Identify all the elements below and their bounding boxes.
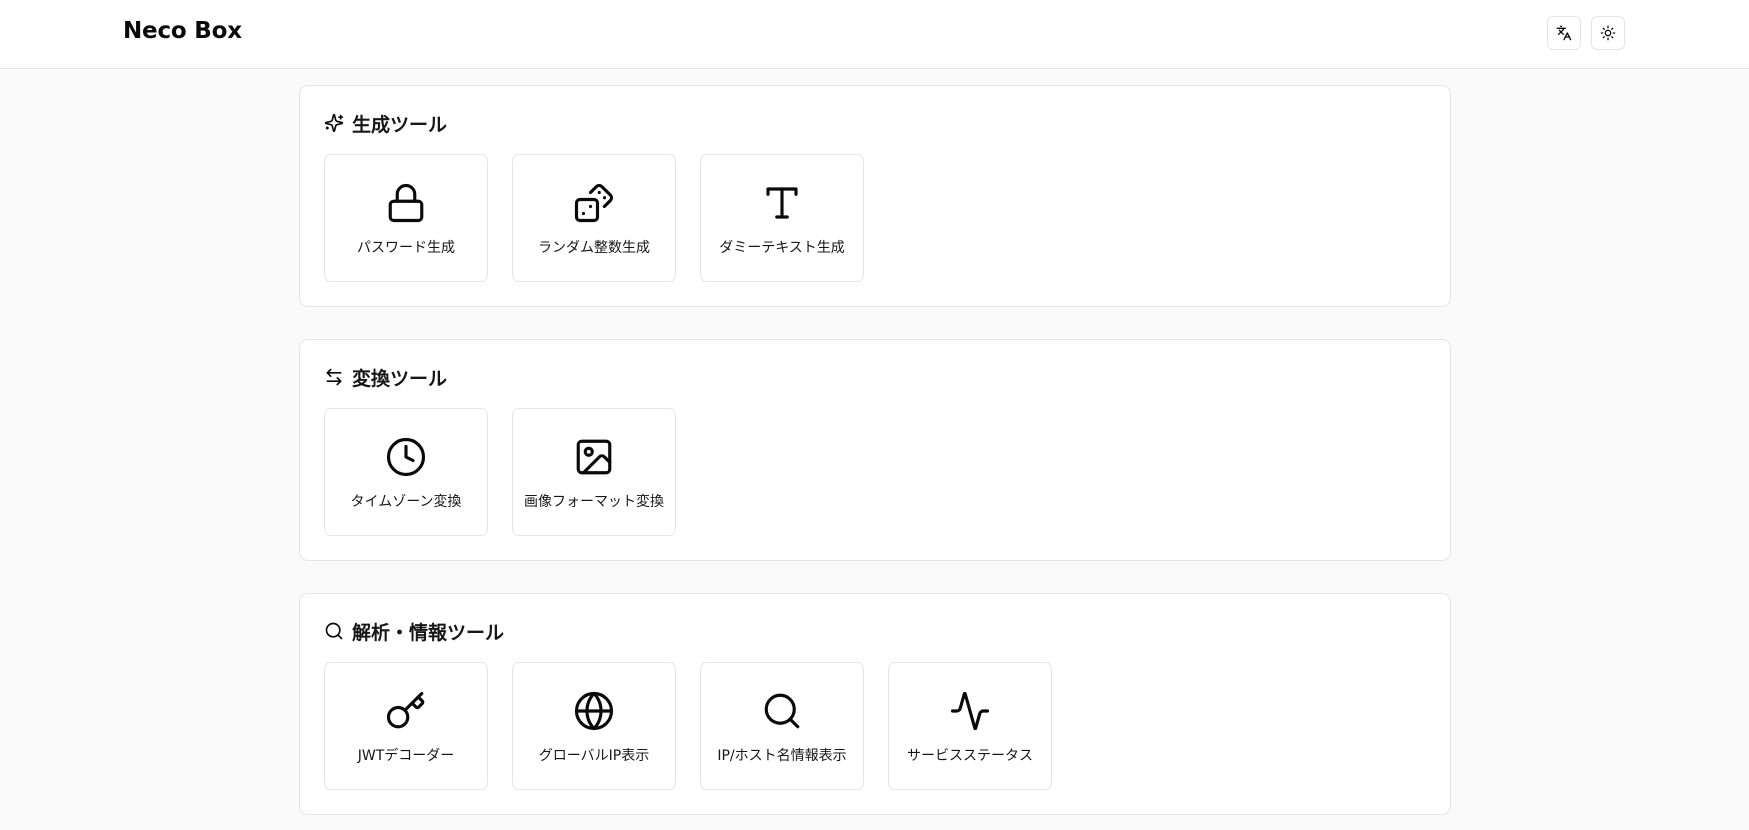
tool-label: グローバルIP表示 [538,748,650,764]
search-icon [325,622,343,640]
tool-card-image-format-converter[interactable]: 画像フォーマット変換 [512,408,676,536]
clock-icon [386,437,426,477]
app-title[interactable]: Neco Box [123,18,242,44]
theme-toggle-button[interactable] [1591,16,1625,50]
section-header: 生成ツール [324,111,448,136]
section-title: 解析・情報ツール [352,621,505,644]
section-title: 生成ツール [352,113,448,136]
tool-card-random-integer-generator[interactable]: ランダム整数生成 [512,154,676,282]
tool-label: ダミーテキスト生成 [719,240,845,256]
tool-card-timezone-converter[interactable]: タイムゾーン変換 [324,408,488,536]
tool-label: パスワード生成 [357,240,455,256]
section-conversion-tools: 変換ツール タイムゾーン変換 画像フォーマット変換 [299,339,1451,561]
section-analysis-info-tools: 解析・情報ツール JWTデコーダー グローバルIP表示 IP/ホスト名情報表示 [299,593,1451,815]
tool-grid: パスワード生成 ランダム整数生成 ダミーテキスト生成 [324,154,864,282]
tool-label: タイムゾーン変換 [350,494,462,510]
section-generation-tools: 生成ツール パスワード生成 ランダム整数生成 ダミーテキスト生成 [299,85,1451,307]
search-icon [764,693,800,729]
tool-card-service-status[interactable]: サービスステータス [888,662,1052,790]
tool-card-global-ip[interactable]: グローバルIP表示 [512,662,676,790]
app-header: Neco Box [0,0,1749,69]
activity-icon [950,691,990,731]
tool-label: JWTデコーダー [357,748,455,764]
language-icon [1556,25,1572,41]
dices-icon [574,183,614,223]
lock-icon [388,183,424,223]
image-icon [576,439,612,475]
key-icon [386,691,425,729]
tool-card-ip-host-info[interactable]: IP/ホスト名情報表示 [700,662,864,790]
section-header: 解析・情報ツール [324,619,505,644]
tool-grid: タイムゾーン変換 画像フォーマット変換 [324,408,676,536]
tool-card-jwt-decoder[interactable]: JWTデコーダー [324,662,488,790]
arrow-left-right-icon [326,368,342,386]
tool-label: 画像フォーマット変換 [524,494,664,510]
type-icon [766,187,798,219]
language-button[interactable] [1547,16,1581,50]
sun-icon [1600,25,1616,41]
tool-label: サービスステータス [907,748,1033,764]
tool-card-dummy-text-generator[interactable]: ダミーテキスト生成 [700,154,864,282]
sparkles-icon [324,113,344,133]
tool-grid: JWTデコーダー グローバルIP表示 IP/ホスト名情報表示 サービスステータス [324,662,1052,790]
tool-label: IP/ホスト名情報表示 [717,748,847,764]
section-header: 変換ツール [324,365,448,390]
section-title: 変換ツール [352,367,448,390]
globe-icon [574,691,614,731]
tool-label: ランダム整数生成 [538,240,650,256]
tool-card-password-generator[interactable]: パスワード生成 [324,154,488,282]
